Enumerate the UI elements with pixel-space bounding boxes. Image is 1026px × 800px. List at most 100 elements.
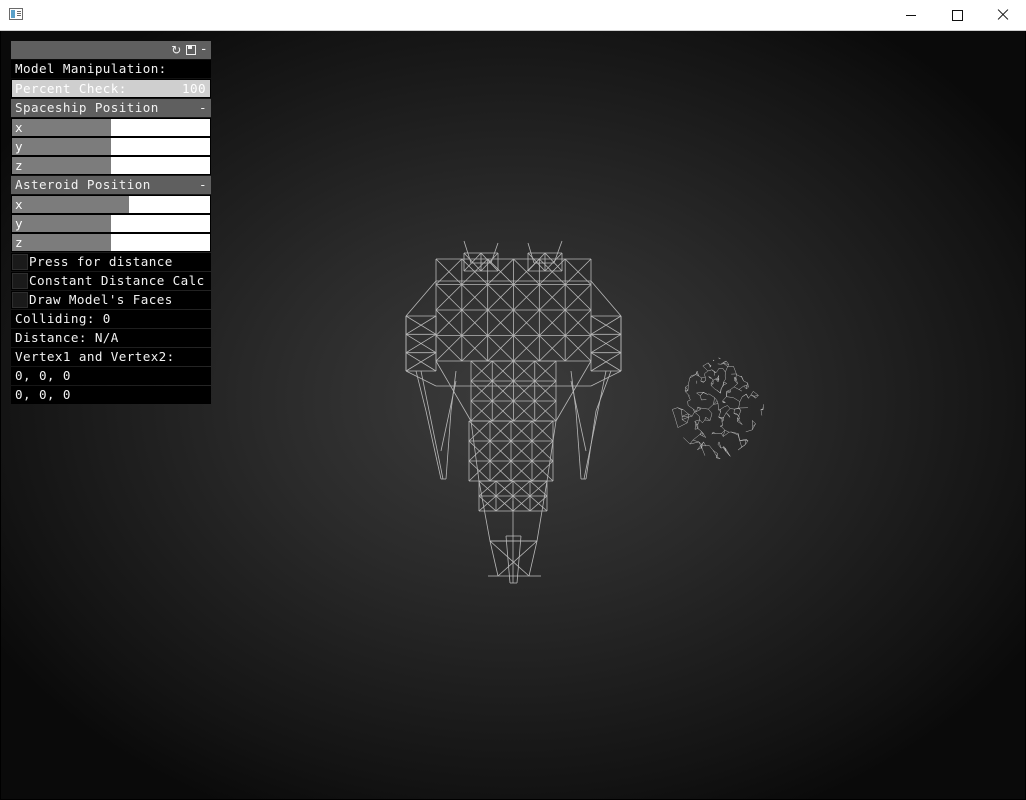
wire-edge — [711, 383, 714, 386]
wire-edge — [739, 440, 742, 448]
model-manipulation-label: Model Manipulation: — [11, 60, 211, 78]
wire-edge — [698, 415, 700, 420]
asteroid-y-label: y — [15, 216, 23, 231]
wire-edge — [682, 416, 689, 418]
close-button[interactable] — [980, 0, 1026, 30]
wire-edge — [743, 380, 748, 384]
app-icon — [9, 8, 23, 20]
wire-edge — [748, 394, 752, 399]
maximize-button[interactable] — [934, 0, 980, 30]
save-icon[interactable] — [185, 45, 196, 55]
constant-distance-toggle[interactable]: Constant Distance Calc — [11, 272, 211, 290]
wire-edge — [675, 418, 679, 428]
draw-faces-checkbox[interactable] — [12, 292, 28, 308]
wire-edge — [738, 444, 746, 451]
wire-edge — [723, 412, 727, 418]
wire-edge — [595, 370, 612, 412]
wire-edge — [727, 364, 729, 367]
wire-edge — [716, 400, 719, 404]
wire-edge — [590, 280, 622, 317]
wire-edge — [709, 445, 714, 451]
wire-edge — [733, 366, 737, 374]
wire-edge — [687, 401, 689, 406]
distance-readout: Distance: N/A — [11, 329, 211, 347]
colliding-readout: Colliding: 0 — [11, 310, 211, 328]
spaceship-position-header[interactable]: Spaceship Position - — [11, 99, 211, 117]
wire-edge — [420, 370, 444, 480]
wire-edge — [722, 396, 727, 402]
wire-edge — [725, 366, 728, 373]
wire-edge — [721, 433, 724, 437]
title-bar — [0, 0, 1026, 31]
spaceship-z-slider[interactable]: z — [11, 156, 211, 175]
vertex-label: Vertex1 and Vertex2: — [11, 348, 211, 366]
wire-edge — [738, 415, 740, 419]
wire-edge — [743, 385, 747, 390]
wire-edge — [746, 394, 749, 399]
constant-distance-checkbox[interactable] — [12, 273, 28, 289]
refresh-icon[interactable]: ↻ — [171, 41, 181, 59]
collapse-icon[interactable]: - — [200, 41, 208, 59]
wire-edge — [712, 378, 716, 381]
wire-edge — [716, 390, 721, 394]
spaceship-x-slider[interactable]: x — [11, 118, 211, 137]
wire-edge — [701, 376, 706, 379]
spaceship-x-fill — [12, 119, 111, 136]
asteroid-x-fill — [12, 196, 129, 213]
maximize-icon — [951, 9, 963, 21]
wire-edge — [730, 386, 735, 390]
wire-edge — [738, 385, 744, 390]
wire-edge — [721, 421, 723, 425]
panel-header[interactable]: ↻ - — [11, 41, 211, 59]
asteroid-x-slider[interactable]: x — [11, 195, 211, 214]
wire-edge — [672, 409, 676, 419]
wire-edge — [737, 415, 740, 419]
gui-panel: ↻ - Model Manipulation: Percent Check: 1… — [11, 41, 211, 405]
wire-edge — [737, 421, 743, 425]
wire-edge — [687, 417, 689, 423]
spaceship-y-label: y — [15, 139, 23, 154]
wire-edge — [752, 420, 756, 424]
close-icon — [997, 9, 1009, 21]
press-for-distance-checkbox[interactable] — [12, 254, 28, 270]
draw-faces-toggle[interactable]: Draw Model's Faces — [11, 291, 211, 309]
wire-edge — [742, 393, 747, 398]
wire-edge — [724, 376, 727, 379]
minimize-button[interactable] — [888, 0, 934, 30]
wire-edge — [698, 375, 702, 379]
wire-edge — [700, 377, 702, 382]
asteroid-y-slider[interactable]: y — [11, 214, 211, 233]
asteroid-z-slider[interactable]: z — [11, 233, 211, 252]
asteroid-wireframe — [672, 357, 764, 459]
wire-edge — [717, 368, 719, 371]
wire-edge — [702, 365, 706, 369]
wire-edge — [687, 413, 693, 417]
vertex1-readout: 0, 0, 0 — [11, 367, 211, 385]
wire-edge — [707, 393, 710, 395]
asteroid-z-label: z — [15, 235, 23, 250]
wire-edge — [745, 429, 753, 433]
wire-edge — [702, 419, 705, 423]
asteroid-position-header[interactable]: Asteroid Position - — [11, 176, 211, 194]
wire-edge — [709, 413, 713, 421]
wire-edge — [694, 428, 699, 430]
wire-edge — [445, 410, 452, 480]
wire-edge — [575, 410, 582, 480]
wire-edge — [725, 448, 731, 457]
wire-edge — [718, 408, 721, 411]
wire-edge — [723, 381, 727, 384]
wire-edge — [688, 377, 690, 385]
wire-edge — [760, 409, 763, 416]
percent-check-slider[interactable]: Percent Check: 100 — [11, 79, 211, 98]
asteroid-position-collapse[interactable]: - — [199, 176, 207, 194]
wire-edge — [708, 393, 715, 398]
wire-edge — [726, 389, 731, 392]
wire-edge — [677, 422, 688, 428]
wire-edge — [746, 382, 748, 386]
press-for-distance-toggle[interactable]: Press for distance — [11, 253, 211, 271]
wire-edge — [704, 370, 709, 374]
spaceship-y-slider[interactable]: y — [11, 137, 211, 156]
wire-edge — [701, 447, 706, 456]
spaceship-position-collapse[interactable]: - — [199, 99, 207, 117]
constant-distance-label: Constant Distance Calc — [29, 273, 205, 288]
